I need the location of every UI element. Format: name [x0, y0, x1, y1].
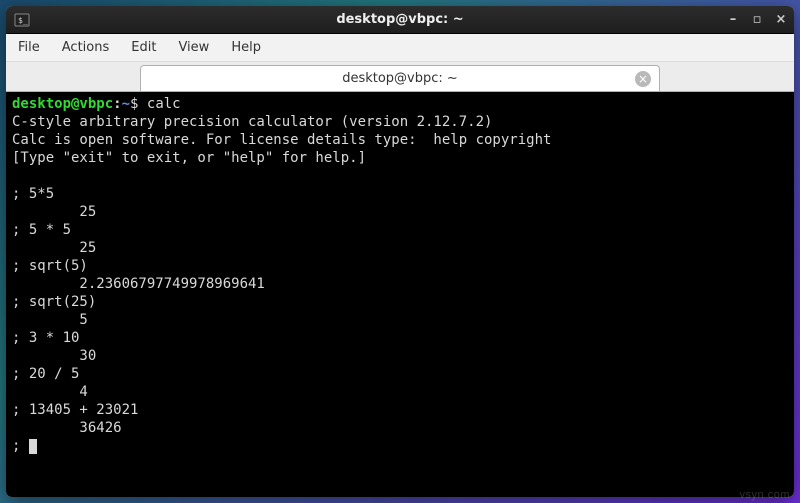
window-title: desktop@vbpc: ~	[336, 12, 463, 27]
terminal-viewport[interactable]: desktop@vbpc:~$ calc C-style arbitrary p…	[6, 92, 794, 497]
output-line: 4	[12, 384, 88, 400]
output-line: 25	[12, 204, 96, 220]
menu-help[interactable]: Help	[231, 40, 261, 55]
tab-terminal[interactable]: desktop@vbpc: ~ ×	[140, 65, 660, 91]
menubar: File Actions Edit View Help	[6, 34, 794, 62]
cursor-icon	[29, 439, 37, 454]
prompt-sep: :	[113, 96, 121, 112]
minimize-button[interactable]: –	[726, 12, 740, 27]
output-line: ;	[12, 438, 29, 454]
prompt-user: desktop@vbpc	[12, 96, 113, 112]
output-line: 2.23606797749978969641	[12, 276, 265, 292]
output-line: ; 20 / 5	[12, 366, 79, 382]
tab-title: desktop@vbpc: ~	[342, 71, 458, 86]
command-text: calc	[147, 96, 181, 112]
watermark: vsyn com	[740, 489, 790, 501]
menu-view[interactable]: View	[178, 40, 209, 55]
output-line: 5	[12, 312, 88, 328]
close-icon[interactable]: ×	[635, 71, 651, 87]
app-icon: $_	[14, 12, 30, 28]
tabbar: desktop@vbpc: ~ ×	[6, 62, 794, 92]
prompt-symbol: $	[130, 96, 147, 112]
output-line: 30	[12, 348, 96, 364]
close-button[interactable]: ×	[774, 12, 788, 27]
output-line: 25	[12, 240, 96, 256]
output-line: ; 5 * 5	[12, 222, 71, 238]
svg-text:$_: $_	[18, 16, 28, 25]
menu-edit[interactable]: Edit	[131, 40, 156, 55]
banner-line: Calc is open software. For license detai…	[12, 132, 551, 148]
terminal-window: $_ desktop@vbpc: ~ – ▫ × File Actions Ed…	[6, 6, 794, 497]
titlebar[interactable]: $_ desktop@vbpc: ~ – ▫ ×	[6, 6, 794, 34]
banner-line: [Type "exit" to exit, or "help" for help…	[12, 150, 366, 166]
window-controls: – ▫ ×	[726, 12, 788, 27]
menu-file[interactable]: File	[18, 40, 40, 55]
output-line: ; 13405 + 23021	[12, 402, 138, 418]
prompt-path: ~	[122, 96, 130, 112]
output-line: ; 3 * 10	[12, 330, 79, 346]
output-line: ; sqrt(5)	[12, 258, 88, 274]
maximize-button[interactable]: ▫	[750, 12, 764, 27]
banner-line: C-style arbitrary precision calculator (…	[12, 114, 492, 130]
output-line: ; 5*5	[12, 186, 54, 202]
output-line: 36426	[12, 420, 122, 436]
menu-actions[interactable]: Actions	[62, 40, 110, 55]
output-line: ; sqrt(25)	[12, 294, 96, 310]
